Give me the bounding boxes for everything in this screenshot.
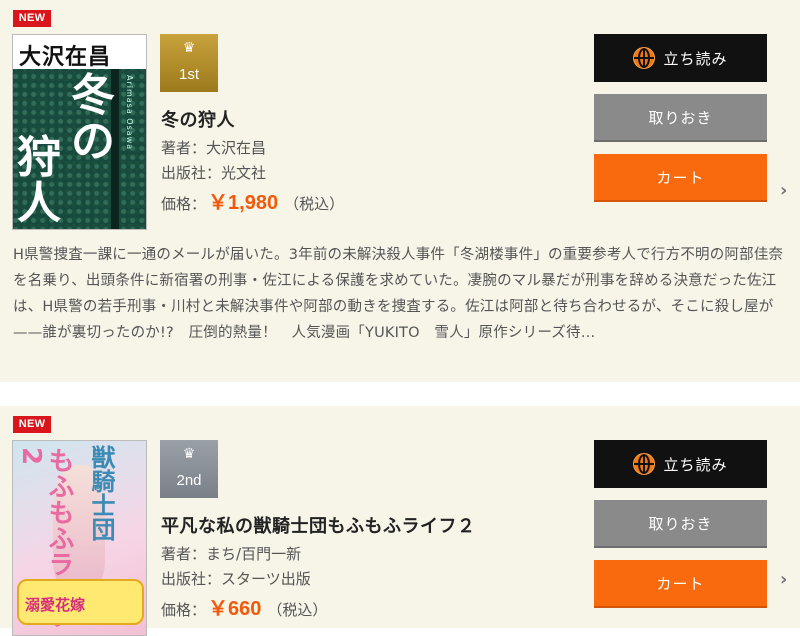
reserve-button[interactable]: 取りおき bbox=[594, 500, 767, 548]
publisher-label: 出版社： bbox=[161, 570, 222, 588]
price-label: 価格： bbox=[161, 195, 207, 213]
new-badge: NEW bbox=[13, 416, 51, 433]
cover-author: 大沢在昌 bbox=[19, 44, 112, 70]
price-line: 価格： ￥660 （税込） bbox=[161, 592, 327, 621]
tax-note: （税込） bbox=[284, 195, 345, 213]
tax-note: （税込） bbox=[267, 601, 328, 619]
publisher-label: 出版社： bbox=[161, 164, 222, 182]
rank-badge: ♛ 1st bbox=[160, 34, 218, 92]
book-title[interactable]: 平凡な私の獣騎士団もふもふライフ２ bbox=[161, 512, 476, 538]
author-line: 著者：大沢在昌 bbox=[161, 137, 266, 158]
author-name[interactable]: 大沢在昌 bbox=[206, 139, 266, 157]
cover-title-2: 狩人 bbox=[17, 132, 61, 229]
crown-icon: ♛ bbox=[182, 446, 196, 462]
reserve-button[interactable]: 取りおき bbox=[594, 94, 767, 142]
rank-badge: ♛ 2nd bbox=[160, 440, 218, 498]
price-value: ￥660 bbox=[208, 598, 262, 620]
crown-icon: ♛ bbox=[182, 40, 196, 56]
chevron-right-icon[interactable]: › bbox=[780, 569, 787, 590]
book-description: H県警捜査一課に一通のメールが届いた。3年前の未解決殺人事件「冬湖楼事件」の重要… bbox=[13, 247, 784, 341]
rank-label: 2nd bbox=[176, 472, 202, 489]
cover-tagline: 溺愛花嫁 bbox=[25, 596, 86, 614]
cart-label: カート bbox=[656, 168, 705, 187]
author-name[interactable]: まち/百門一新 bbox=[206, 545, 301, 563]
cover-title: 冬の bbox=[71, 70, 115, 167]
author-line: 著者：まち/百門一新 bbox=[161, 543, 301, 564]
cart-button[interactable]: カート bbox=[594, 560, 767, 608]
read-sample-button[interactable]: 立ち読み bbox=[594, 34, 767, 82]
read-sample-label: 立ち読み bbox=[663, 49, 728, 68]
author-label: 著者： bbox=[161, 545, 207, 563]
cover-title-2: 獣騎士団 bbox=[87, 445, 115, 541]
ranking-item-1: NEW 大沢在昌 冬の 狩人 Arimasa Osawa ♛ 1st 冬の狩人 … bbox=[0, 0, 800, 382]
book-cover[interactable]: 大沢在昌 冬の 狩人 Arimasa Osawa bbox=[12, 34, 147, 230]
book-title[interactable]: 冬の狩人 bbox=[161, 106, 235, 132]
price-label: 価格： bbox=[161, 601, 207, 619]
book-cover[interactable]: もふもふライフ2 獣騎士団 溺愛花嫁 bbox=[12, 440, 147, 636]
publisher-line: 出版社：スターツ出版 bbox=[161, 568, 311, 589]
cart-label: カート bbox=[656, 574, 705, 593]
publisher-name[interactable]: スターツ出版 bbox=[221, 570, 311, 588]
cover-romaji: Arimasa Osawa bbox=[125, 75, 134, 151]
reserve-label: 取りおき bbox=[648, 514, 713, 533]
ranking-item-2: NEW もふもふライフ2 獣騎士団 溺愛花嫁 ♛ 2nd 平凡な私の獣騎士団もふ… bbox=[0, 406, 800, 636]
author-label: 著者： bbox=[161, 139, 207, 157]
read-sample-button[interactable]: 立ち読み bbox=[594, 440, 767, 488]
cart-button[interactable]: カート bbox=[594, 154, 767, 202]
globe-icon bbox=[633, 453, 656, 475]
new-badge: NEW bbox=[13, 10, 51, 27]
globe-icon bbox=[633, 47, 656, 69]
price-line: 価格： ￥1,980 （税込） bbox=[161, 186, 344, 215]
price-value: ￥1,980 bbox=[208, 192, 279, 214]
chevron-right-icon[interactable]: › bbox=[780, 180, 787, 201]
publisher-name[interactable]: 光文社 bbox=[221, 164, 266, 182]
publisher-line: 出版社：光文社 bbox=[161, 162, 266, 183]
reserve-label: 取りおき bbox=[648, 108, 713, 127]
rank-label: 1st bbox=[178, 66, 199, 83]
read-sample-label: 立ち読み bbox=[663, 455, 728, 474]
